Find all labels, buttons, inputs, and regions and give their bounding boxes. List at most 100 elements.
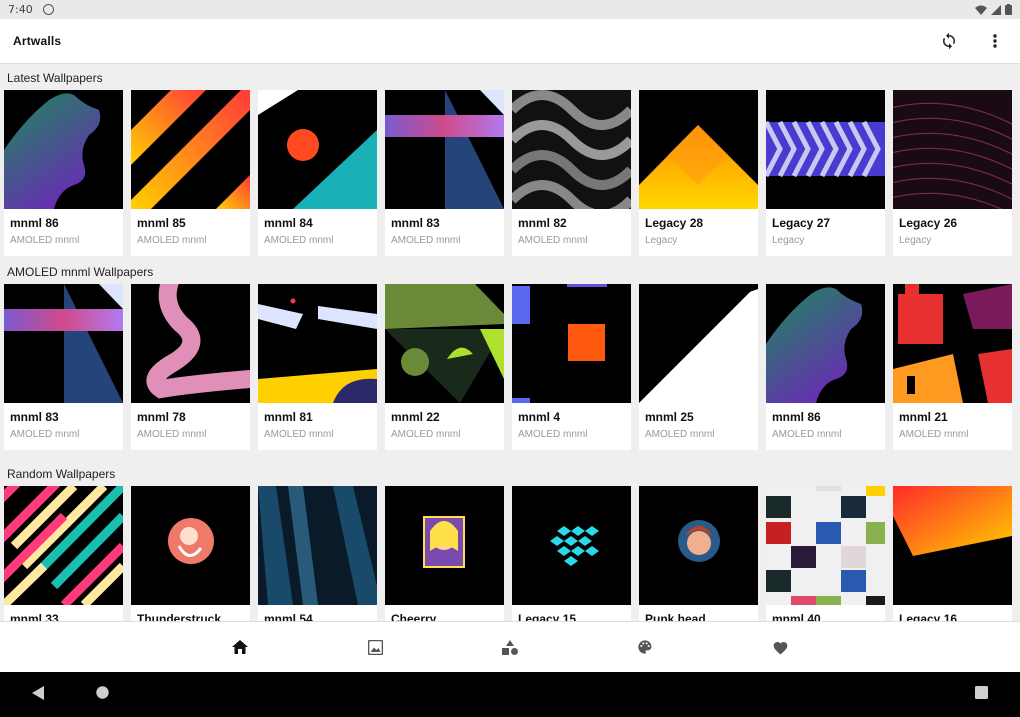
card-subtitle: AMOLED mnml — [264, 235, 334, 246]
wallpaper-thumbnail — [385, 90, 504, 209]
card-info: Legacy 15 — [512, 605, 631, 621]
sync-status-icon — [42, 4, 54, 15]
card-info: Thunderstruck — [131, 605, 250, 621]
nav-collections[interactable] — [443, 622, 578, 673]
wallpaper-thumbnail — [766, 486, 885, 605]
wallpaper-thumbnail — [893, 284, 1012, 403]
card-info: Legacy 27 Legacy — [766, 209, 885, 246]
card-title: mnml 82 — [518, 216, 567, 230]
card-subtitle: AMOLED mnml — [10, 235, 80, 246]
status-time: 7:40 — [8, 3, 33, 16]
wallpaper-card[interactable]: Legacy 27 Legacy — [766, 90, 885, 256]
card-title: mnml 84 — [264, 216, 313, 230]
card-info: mnml 54 — [258, 605, 377, 621]
wallpaper-card[interactable]: mnml 21 AMOLED mnml — [893, 284, 1012, 450]
card-info: mnml 81 AMOLED mnml — [258, 403, 377, 440]
nav-home[interactable] — [173, 622, 308, 673]
wallpaper-row[interactable]: mnml 83 AMOLED mnml mnml 78 AMOLED mnml — [0, 284, 1020, 450]
palette-icon — [638, 640, 652, 654]
wallpaper-card[interactable]: mnml 25 AMOLED mnml — [639, 284, 758, 450]
wallpaper-card[interactable]: Legacy 16 — [893, 486, 1012, 621]
card-info: mnml 22 AMOLED mnml — [385, 403, 504, 440]
wallpaper-card[interactable]: Thunderstruck — [131, 486, 250, 621]
card-title: Legacy 26 — [899, 216, 958, 230]
card-subtitle: AMOLED mnml — [645, 429, 715, 440]
wallpaper-card[interactable]: Legacy 15 — [512, 486, 631, 621]
wallpaper-card[interactable]: mnml 85 AMOLED mnml — [131, 90, 250, 256]
app-bar: Artwalls — [0, 19, 1020, 64]
wallpaper-row[interactable]: mnml 86 AMOLED mnml mnml 85 AMOLED mnml — [0, 90, 1020, 256]
wallpaper-thumbnail — [4, 284, 123, 403]
home-icon — [232, 640, 248, 654]
card-subtitle: AMOLED mnml — [899, 429, 969, 440]
refresh-icon — [943, 32, 955, 50]
nav-favorites[interactable] — [713, 622, 848, 673]
wallpaper-thumbnail — [131, 90, 250, 209]
wallpaper-thumbnail — [766, 90, 885, 209]
wallpaper-card[interactable]: mnml 84 AMOLED mnml — [258, 90, 377, 256]
card-subtitle: AMOLED mnml — [518, 429, 588, 440]
card-title: Thunderstruck — [137, 612, 222, 621]
card-subtitle: AMOLED mnml — [391, 429, 461, 440]
wallpaper-card[interactable]: mnml 83 AMOLED mnml — [4, 284, 123, 450]
wallpaper-card[interactable]: mnml 33 — [4, 486, 123, 621]
more-options-button[interactable] — [983, 29, 1007, 53]
image-icon — [367, 639, 383, 655]
wallpaper-thumbnail — [4, 90, 123, 209]
heart-icon — [773, 641, 787, 655]
wallpaper-card[interactable]: mnml 54 — [258, 486, 377, 621]
card-info: mnml 82 AMOLED mnml — [512, 209, 631, 246]
nav-wallpapers[interactable] — [308, 622, 443, 673]
wallpaper-card[interactable]: mnml 78 AMOLED mnml — [131, 284, 250, 450]
wallpaper-card[interactable]: Cheerry — [385, 486, 504, 621]
card-title: mnml 85 — [137, 216, 186, 230]
system-navigation-bar — [0, 672, 1020, 717]
wallpaper-thumbnail — [4, 486, 123, 605]
wallpaper-card[interactable]: Legacy 28 Legacy — [639, 90, 758, 256]
card-title: mnml 33 — [10, 612, 59, 621]
wallpaper-thumbnail — [258, 284, 377, 403]
nav-palette[interactable] — [578, 622, 713, 673]
card-title: mnml 86 — [772, 410, 821, 424]
wallpaper-thumbnail — [639, 486, 758, 605]
wallpaper-card[interactable]: Legacy 26 Legacy — [893, 90, 1012, 256]
wallpaper-card[interactable]: Punk head — [639, 486, 758, 621]
wallpaper-card[interactable]: mnml 22 AMOLED mnml — [385, 284, 504, 450]
wallpaper-card[interactable]: mnml 4 AMOLED mnml — [512, 284, 631, 450]
wallpaper-row[interactable]: mnml 33 Thunderstruck mnml 54 Cheerry Le… — [0, 486, 1020, 621]
refresh-button[interactable] — [937, 29, 961, 53]
wallpaper-card[interactable]: mnml 82 AMOLED mnml — [512, 90, 631, 256]
wallpaper-feed[interactable]: Latest Wallpapers mnml 86 AMOLED mnml mn… — [0, 64, 1020, 621]
card-title: Legacy 28 — [645, 216, 704, 230]
wallpaper-card[interactable]: mnml 83 AMOLED mnml — [385, 90, 504, 256]
section-title: AMOLED mnml Wallpapers — [7, 265, 154, 279]
card-title: Legacy 15 — [518, 612, 577, 621]
section-title: Latest Wallpapers — [7, 71, 103, 85]
wallpaper-card[interactable]: mnml 86 AMOLED mnml — [766, 284, 885, 450]
system-back-button[interactable] — [32, 686, 44, 705]
status-right — [975, 4, 1012, 15]
wallpaper-thumbnail — [639, 90, 758, 209]
card-title: mnml 25 — [645, 410, 694, 424]
wallpaper-thumbnail — [131, 284, 250, 403]
card-title: mnml 54 — [264, 612, 313, 621]
wallpaper-card[interactable]: mnml 86 AMOLED mnml — [4, 90, 123, 256]
card-title: Legacy 16 — [899, 612, 958, 621]
card-info: mnml 40 — [766, 605, 885, 621]
wallpaper-card[interactable]: mnml 40 — [766, 486, 885, 621]
recents-square-icon — [975, 686, 988, 699]
card-title: mnml 81 — [264, 410, 313, 424]
card-info: Legacy 28 Legacy — [639, 209, 758, 246]
system-home-button[interactable] — [96, 686, 109, 704]
wallpaper-thumbnail — [639, 284, 758, 403]
card-subtitle: AMOLED mnml — [264, 429, 334, 440]
card-info: Legacy 26 Legacy — [893, 209, 1012, 246]
status-bar: 7:40 — [0, 0, 1020, 19]
wallpaper-thumbnail — [258, 90, 377, 209]
system-recents-button[interactable] — [975, 686, 988, 704]
signal-icon — [991, 4, 1001, 15]
card-info: mnml 83 AMOLED mnml — [385, 209, 504, 246]
wallpaper-thumbnail — [512, 90, 631, 209]
wallpaper-card[interactable]: mnml 81 AMOLED mnml — [258, 284, 377, 450]
card-info: mnml 86 AMOLED mnml — [4, 209, 123, 246]
